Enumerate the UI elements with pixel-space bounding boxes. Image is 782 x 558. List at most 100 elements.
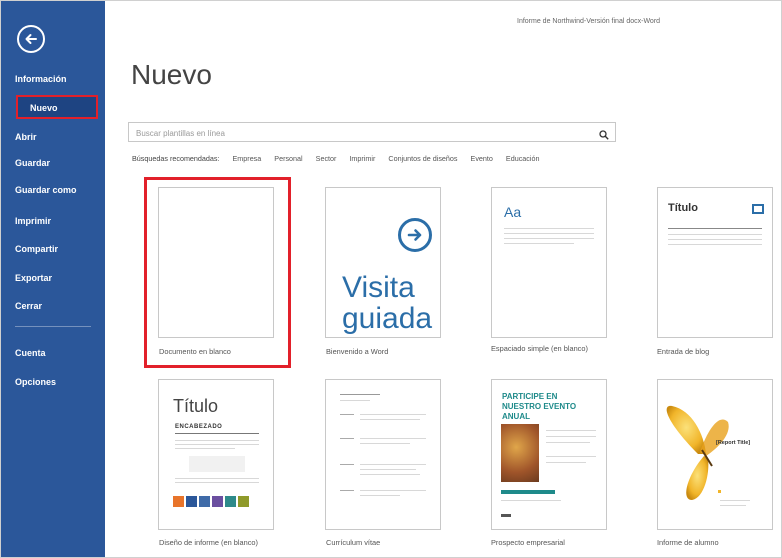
template-label: Documento en blanco (159, 347, 231, 356)
butterfly-image (666, 405, 729, 500)
template-label: Currículum vítae (326, 538, 381, 547)
back-arrow-icon (25, 34, 37, 44)
placeholder-line (340, 414, 354, 415)
placeholder-line (360, 474, 420, 475)
template-search-input[interactable] (129, 124, 583, 143)
placeholder-line (504, 238, 594, 239)
template-thumbnail: Título ENCABEZADO (158, 379, 274, 530)
page-title: Nuevo (131, 59, 212, 90)
placeholder-line (504, 228, 594, 229)
placeholder-line (340, 464, 354, 465)
tour-thumb-text: Visita guiada (342, 271, 433, 335)
search-icon[interactable] (599, 127, 609, 140)
placeholder-line (360, 469, 416, 470)
color-swatch (186, 496, 197, 507)
placeholder-line (546, 436, 596, 437)
sidebar-item-abrir[interactable]: Abrir (15, 132, 37, 142)
placeholder-line (504, 233, 594, 234)
placeholder-line (360, 443, 410, 444)
accent-dot (718, 490, 721, 493)
flyer-date-bar (501, 490, 555, 494)
blog-image-icon (752, 204, 764, 214)
flyer-photo (501, 424, 539, 482)
sidebar-item-nuevo[interactable]: Nuevo (16, 95, 98, 119)
color-swatch (212, 496, 223, 507)
sidebar-item-imprimir[interactable]: Imprimir (15, 216, 51, 226)
backstage-sidebar: Información Nuevo Abrir Guardar Guardar … (1, 1, 105, 557)
blog-thumb-title: Título (668, 202, 698, 214)
placeholder-line (340, 394, 380, 395)
suggested-searches: Búsquedas recomendadas: Empresa Personal… (132, 154, 551, 163)
color-swatch (173, 496, 184, 507)
template-label: Informe de alumno (657, 538, 719, 547)
placeholder-line (340, 490, 354, 491)
color-swatch (199, 496, 210, 507)
template-thumbnail: [Report Title] (657, 379, 773, 530)
sidebar-item-cuenta[interactable]: Cuenta (15, 348, 46, 358)
placeholder-line (668, 244, 762, 245)
placeholder-line (360, 495, 400, 496)
suggested-link-imprimir[interactable]: Imprimir (349, 154, 375, 163)
placeholder-line (668, 228, 762, 229)
placeholder-line (360, 490, 426, 491)
color-swatch (225, 496, 236, 507)
sidebar-divider (15, 326, 91, 327)
placeholder-line (504, 243, 574, 244)
suggested-link-sector[interactable]: Sector (316, 154, 337, 163)
placeholder-line (546, 456, 596, 457)
sidebar-item-guardar[interactable]: Guardar (15, 158, 50, 168)
placeholder-line (360, 419, 420, 420)
placeholder-line (546, 462, 586, 463)
template-thumbnail (158, 187, 274, 338)
template-label: Prospecto empresarial (491, 538, 565, 547)
template-thumbnail: Visita guiada (325, 187, 441, 338)
suggested-link-empresa[interactable]: Empresa (233, 154, 262, 163)
placeholder-line (546, 442, 590, 443)
back-button[interactable] (17, 25, 45, 53)
sidebar-item-guardar-como[interactable]: Guardar como (15, 185, 77, 195)
template-thumbnail: Aa (491, 187, 607, 338)
placeholder-line (175, 482, 259, 483)
placeholder-line (501, 500, 561, 501)
placeholder-line (720, 505, 746, 506)
sidebar-item-exportar[interactable]: Exportar (15, 273, 52, 283)
placeholder-block (189, 456, 245, 472)
placeholder-line (668, 234, 762, 235)
sidebar-item-informacion[interactable]: Información (15, 74, 67, 84)
template-label: Espaciado simple (en blanco) (491, 344, 588, 353)
template-search-box (128, 122, 616, 143)
suggested-link-evento[interactable]: Evento (471, 154, 493, 163)
suggested-link-educacion[interactable]: Educación (506, 154, 540, 163)
report-thumb-subtitle: ENCABEZADO (175, 424, 223, 430)
word-backstage-window: Información Nuevo Abrir Guardar Guardar … (0, 0, 782, 558)
placeholder-line (720, 500, 750, 501)
placeholder-line (668, 239, 762, 240)
report-thumb-title: [Report Title] (716, 440, 751, 446)
placeholder-line (360, 464, 426, 465)
flyer-logo (501, 514, 511, 517)
placeholder-line (546, 430, 596, 431)
template-label: Bienvenido a Word (326, 347, 389, 356)
placeholder-line (175, 448, 235, 449)
aa-thumb-text: Aa (504, 204, 522, 220)
template-thumbnail: PARTICIPE EN NUESTRO EVENTO ANUAL (491, 379, 607, 530)
arrow-right-circle-icon (398, 218, 432, 252)
placeholder-line (175, 433, 259, 434)
sidebar-item-opciones[interactable]: Opciones (15, 377, 56, 387)
placeholder-line (175, 444, 259, 445)
placeholder-line (175, 478, 259, 479)
suggested-link-conjuntos[interactable]: Conjuntos de diseños (388, 154, 457, 163)
report-thumb-title: Título (173, 396, 219, 416)
suggested-link-personal[interactable]: Personal (274, 154, 302, 163)
template-label: Entrada de blog (657, 347, 710, 356)
template-label: Diseño de informe (en blanco) (159, 538, 259, 547)
placeholder-line (175, 440, 259, 441)
placeholder-line (360, 414, 426, 415)
document-title: Informe de Northwind-Versión final docx-… (517, 18, 661, 25)
placeholder-line (360, 438, 426, 439)
color-swatch (238, 496, 249, 507)
placeholder-line (340, 438, 354, 439)
sidebar-item-cerrar[interactable]: Cerrar (15, 301, 42, 311)
template-thumbnail (325, 379, 441, 530)
sidebar-item-compartir[interactable]: Compartir (15, 244, 58, 254)
